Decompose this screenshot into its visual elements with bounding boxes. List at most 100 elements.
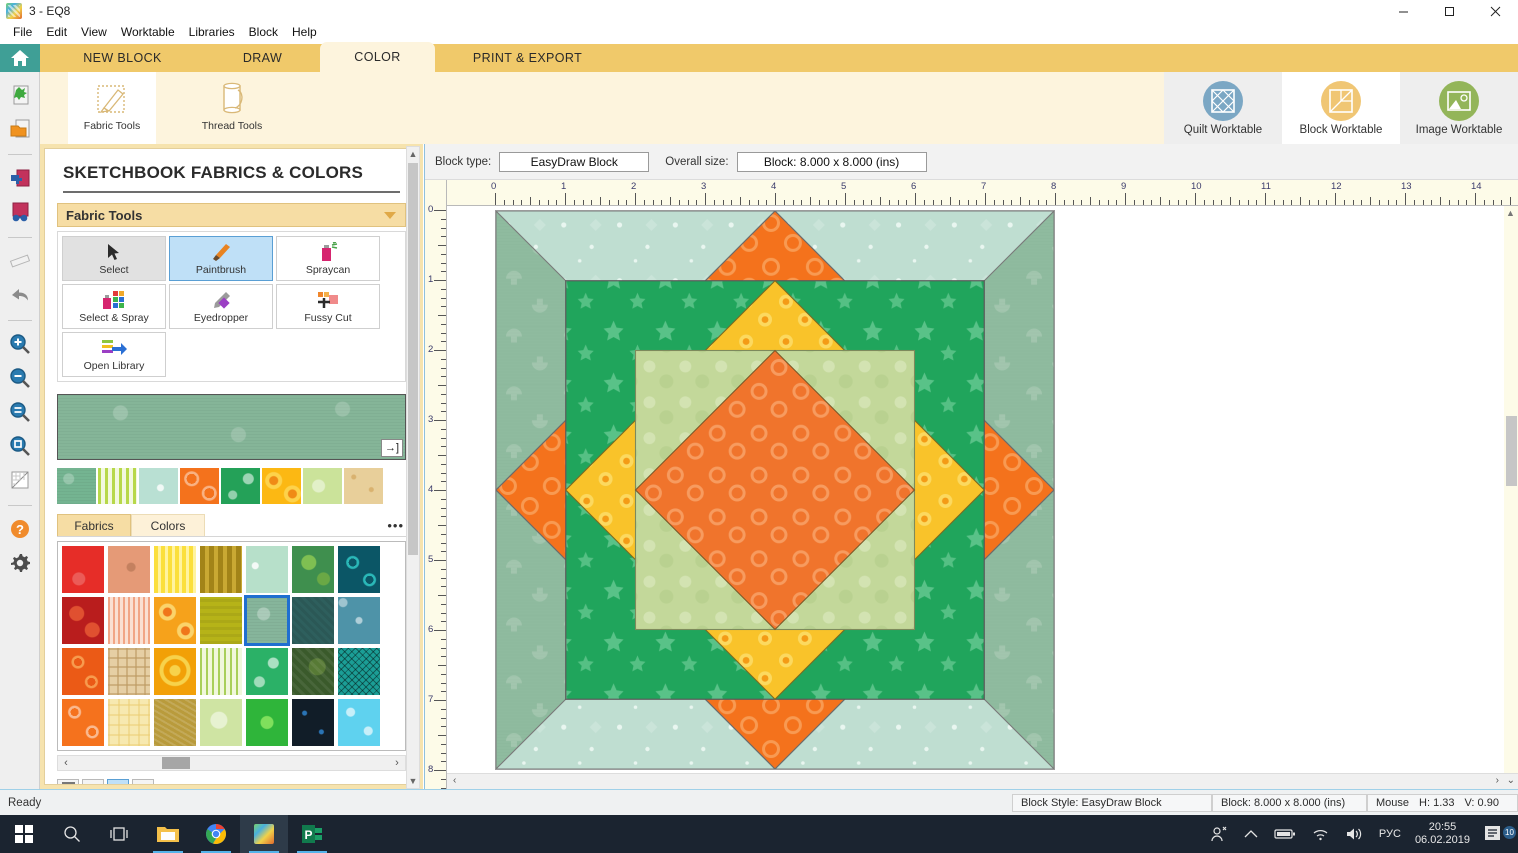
block-type-field[interactable]: EasyDraw Block [499, 151, 650, 172]
swatch-size-tiny[interactable] [132, 779, 154, 784]
fabric-tools-button[interactable]: Fabric Tools [68, 72, 156, 144]
tab-draw[interactable]: DRAW [205, 44, 320, 72]
palette-navy-black[interactable] [292, 699, 334, 746]
swatch-green-stars[interactable] [221, 468, 260, 504]
close-button[interactable] [1472, 0, 1518, 22]
panel-vertical-scrollbar[interactable]: ▲ ▼ [406, 146, 420, 789]
chevron-down-icon[interactable] [383, 208, 397, 223]
start-button-icon[interactable] [0, 815, 48, 853]
swatch-size-small[interactable] [107, 779, 129, 784]
fit-to-window-icon[interactable] [5, 397, 35, 427]
menu-edit[interactable]: Edit [39, 23, 74, 41]
tool-select[interactable]: Select [62, 236, 166, 281]
panel-scroll-up-icon[interactable]: ▲ [407, 147, 419, 161]
block-design[interactable] [494, 209, 1056, 771]
tool-open-library[interactable]: Open Library [62, 332, 166, 377]
palette-blue-clover[interactable] [338, 597, 380, 644]
wifi-icon[interactable] [1304, 827, 1337, 841]
settings-gear-icon[interactable] [5, 548, 35, 578]
current-fabric-preview[interactable]: →] [57, 394, 406, 460]
block-svg[interactable] [494, 209, 1056, 771]
panel-scroll-thumb[interactable] [408, 163, 418, 555]
people-icon[interactable] [1202, 825, 1236, 843]
menu-block[interactable]: Block [242, 23, 285, 41]
palette-gold-swirl[interactable] [154, 648, 196, 695]
menu-view[interactable]: View [74, 23, 114, 41]
palette-cream-plaid[interactable] [108, 699, 150, 746]
swatch-tan-dots[interactable] [344, 468, 383, 504]
language-indicator[interactable]: РУС [1371, 828, 1409, 840]
palette-teal-crosshatch[interactable] [338, 648, 380, 695]
tab-print-export[interactable]: PRINT & EXPORT [435, 44, 620, 72]
tool-fussy-cut[interactable]: Fussy Cut [276, 284, 380, 329]
zoom-out-icon[interactable] [5, 363, 35, 393]
palette-scroll-right-icon[interactable]: › [390, 756, 404, 770]
canvas-vertical-scrollbar[interactable]: ▲ [1504, 206, 1518, 773]
palette-teal-dark[interactable] [338, 546, 380, 593]
new-file-icon[interactable] [5, 80, 35, 110]
palette-red[interactable] [62, 546, 104, 593]
block-worktable-button[interactable]: Block Worktable [1282, 72, 1400, 144]
palette-sage-selected[interactable] [244, 595, 290, 646]
ruler-icon[interactable] [5, 246, 35, 276]
tab-fabrics[interactable]: Fabrics [57, 514, 131, 536]
palette-pale-lime[interactable] [200, 699, 242, 746]
volume-icon[interactable] [1337, 827, 1371, 841]
tool-paintbrush[interactable]: Paintbrush [169, 236, 273, 281]
swatch-pale-aqua[interactable] [139, 468, 178, 504]
palette-scroll-left-icon[interactable]: ‹ [59, 756, 73, 770]
swatch-size-large[interactable] [57, 779, 79, 784]
palette-yellow-stripe[interactable] [154, 546, 196, 593]
canvas-horizontal-scrollbar[interactable]: ‹ › ⌄ [447, 773, 1518, 789]
palette-green-stars[interactable] [246, 648, 288, 695]
canvas-scroll-left-icon[interactable]: ‹ [453, 775, 456, 786]
eq8-icon[interactable] [240, 815, 288, 853]
expand-fabric-icon[interactable]: →] [381, 439, 403, 457]
swatch-size-medium[interactable] [82, 779, 104, 784]
swatch-light-green[interactable] [303, 468, 342, 504]
grid-icon[interactable] [5, 465, 35, 495]
palette-lime-plaid[interactable] [200, 648, 242, 695]
undo-arrow-icon[interactable] [5, 280, 35, 310]
palette-salmon[interactable] [108, 546, 150, 593]
palette-olive-gold[interactable] [200, 546, 242, 593]
swatch-green-tree[interactable] [57, 468, 96, 504]
swatch-orange-rings[interactable] [180, 468, 219, 504]
quilt-block-canvas[interactable] [447, 206, 1505, 773]
palette-scroll-thumb[interactable] [162, 757, 190, 769]
palette-green-burst[interactable] [246, 699, 288, 746]
tab-color[interactable]: COLOR [320, 42, 435, 72]
tab-colors[interactable]: Colors [131, 514, 205, 536]
swatch-lime-plaid[interactable] [98, 468, 137, 504]
palette-peach-stripe[interactable] [108, 597, 150, 644]
maximize-button[interactable] [1426, 0, 1472, 22]
overall-size-field[interactable]: Block: 8.000 x 8.000 (ins) [736, 151, 927, 172]
image-worktable-button[interactable]: Image Worktable [1400, 72, 1518, 144]
add-to-sketchbook-icon[interactable] [5, 163, 35, 193]
palette-beige-grid[interactable] [108, 648, 150, 695]
menu-libraries[interactable]: Libraries [182, 23, 242, 41]
palette-dark-red[interactable] [62, 597, 104, 644]
palette-chartreuse[interactable] [200, 597, 242, 644]
palette-deep-teal[interactable] [292, 597, 334, 644]
quilt-worktable-button[interactable]: Quilt Worktable [1164, 72, 1282, 144]
search-icon[interactable] [48, 815, 96, 853]
help-icon[interactable]: ? [5, 514, 35, 544]
canvas-vscroll-thumb[interactable] [1506, 416, 1517, 486]
palette-gold-texture[interactable] [154, 699, 196, 746]
task-view-icon[interactable] [96, 815, 144, 853]
zoom-in-icon[interactable] [5, 329, 35, 359]
palette-sky-dots[interactable] [338, 699, 380, 746]
fabric-tools-section-header[interactable]: Fabric Tools [57, 203, 406, 227]
palette-horizontal-scrollbar[interactable]: ‹ › [57, 755, 406, 771]
file-explorer-icon[interactable] [144, 815, 192, 853]
palette-orange-circles[interactable] [62, 648, 104, 695]
palette-mint[interactable] [246, 546, 288, 593]
menu-file[interactable]: File [6, 23, 39, 41]
tool-spraycan[interactable]: Spraycan [276, 236, 380, 281]
palette-orange-rings[interactable] [154, 597, 196, 644]
minimize-button[interactable] [1380, 0, 1426, 22]
tab-new-block[interactable]: NEW BLOCK [40, 44, 205, 72]
palette-green-leaf[interactable] [292, 546, 334, 593]
canvas-scroll-up-icon[interactable]: ▲ [1506, 208, 1515, 218]
